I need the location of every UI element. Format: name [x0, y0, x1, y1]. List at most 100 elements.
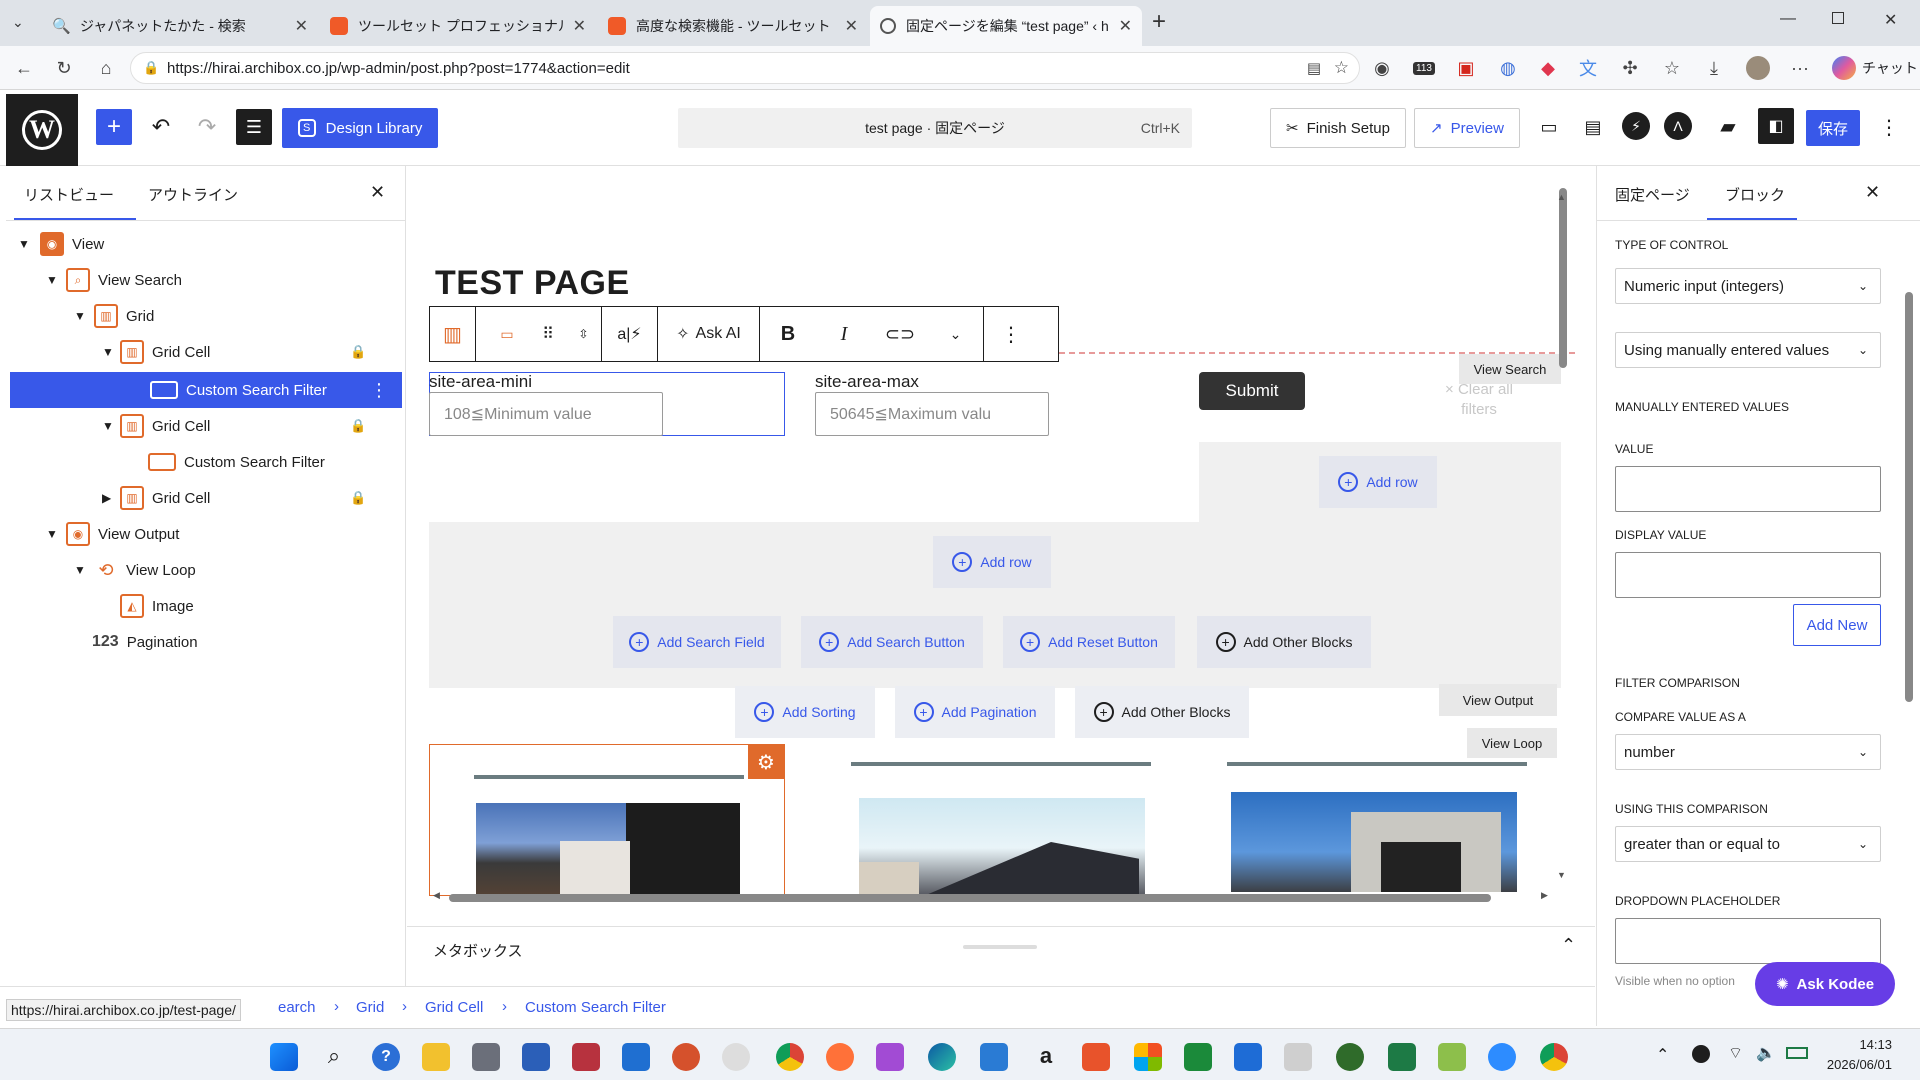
add-search-button-button[interactable]: + Add Search Button	[801, 616, 983, 668]
design-library-button[interactable]: S Design Library	[282, 108, 438, 148]
list-item[interactable]: ▼ ⟲ View Loop	[6, 554, 406, 586]
amazon-icon[interactable]: a	[1032, 1043, 1060, 1071]
restore-icon[interactable]	[1832, 12, 1844, 24]
firefox-icon[interactable]	[826, 1043, 854, 1071]
block-options-icon[interactable]: ⋮	[984, 307, 1038, 361]
document-overview-icon[interactable]: ☰	[236, 109, 272, 145]
app-icon[interactable]	[1336, 1043, 1364, 1071]
scroll-down-icon[interactable]: ▼	[1557, 870, 1566, 880]
view-output-label[interactable]: View Output	[1439, 684, 1557, 716]
tray-chevron-icon[interactable]: ⌃	[1656, 1045, 1669, 1065]
microsoft-store-icon[interactable]	[1134, 1043, 1162, 1071]
add-search-field-button[interactable]: + Add Search Field	[613, 616, 781, 668]
min-value-input[interactable]: 108≦Minimum value	[429, 392, 663, 436]
app-icon[interactable]	[1284, 1043, 1312, 1071]
breadcrumb-item[interactable]: earch	[278, 999, 316, 1016]
chevron-down-icon[interactable]: ▼	[102, 345, 114, 359]
powerpoint-icon[interactable]	[672, 1043, 700, 1071]
value-input[interactable]	[1615, 466, 1881, 512]
downloads-icon[interactable]: ⤓	[1702, 56, 1726, 80]
tray-app-icon[interactable]	[1692, 1045, 1710, 1063]
move-up-down-icon[interactable]: ⇳	[566, 307, 602, 361]
tab-list-view[interactable]: リストビュー	[24, 184, 114, 205]
add-reset-button-button[interactable]: + Add Reset Button	[1003, 616, 1175, 668]
chevron-down-icon[interactable]: ▼	[102, 419, 114, 433]
zoom-icon[interactable]	[1488, 1043, 1516, 1071]
favorite-star-icon[interactable]: ☆	[1334, 58, 1349, 78]
add-other-blocks-button[interactable]: + Add Other Blocks	[1197, 616, 1371, 668]
notepad-icon[interactable]	[980, 1043, 1008, 1071]
wifi-icon[interactable]: ⌔	[1728, 1043, 1743, 1063]
add-row-button[interactable]: + Add row	[933, 536, 1051, 588]
ask-kodee-button[interactable]: ✺ Ask Kodee	[1755, 962, 1895, 1006]
resize-handle[interactable]	[963, 945, 1037, 949]
list-item[interactable]: ▼ ◉ View Output	[6, 518, 406, 550]
gear-icon[interactable]: ⚙	[748, 745, 784, 779]
clock-app-icon[interactable]	[722, 1043, 750, 1071]
camera-extension-icon[interactable]: ◉	[1370, 56, 1394, 80]
clock-date[interactable]: 2026/06/01	[1812, 1057, 1892, 1072]
outlook-icon[interactable]	[622, 1043, 650, 1071]
new-tab-icon[interactable]: +	[1152, 8, 1166, 36]
toolset-icon[interactable]: ▰	[1716, 112, 1740, 140]
chevron-down-icon[interactable]: ▼	[18, 237, 30, 251]
add-sorting-button[interactable]: + Add Sorting	[735, 686, 875, 738]
access-icon[interactable]	[572, 1043, 600, 1071]
list-item[interactable]: ▼ ◉ View	[6, 228, 406, 260]
clear-filters-link[interactable]: × Clear all filters	[1431, 380, 1527, 420]
badge-extension-icon[interactable]: 113	[1410, 56, 1438, 80]
save-button[interactable]: 保存	[1806, 110, 1860, 146]
page-title[interactable]: TEST PAGE	[435, 264, 630, 303]
globe-extension-icon[interactable]: ◍	[1496, 56, 1520, 80]
app-icon[interactable]	[472, 1043, 500, 1071]
reader-icon[interactable]: ▤	[1307, 59, 1321, 77]
loop-item[interactable]: ⚙	[429, 744, 785, 896]
ai-text-icon[interactable]: a|⚡	[602, 307, 658, 361]
close-icon[interactable]: ✕	[845, 16, 858, 36]
undo-icon[interactable]: ↶	[146, 110, 176, 144]
kadence-icon[interactable]: Ʌ	[1664, 112, 1692, 140]
metabox-panel[interactable]: メタボックス ⌃	[407, 926, 1595, 968]
finish-setup-button[interactable]: ✂ Finish Setup	[1270, 108, 1406, 148]
submit-button[interactable]: Submit	[1199, 372, 1305, 410]
tab-list-menu-icon[interactable]: ⌄	[12, 14, 24, 31]
breadcrumb-item[interactable]: Grid	[356, 999, 384, 1016]
add-other-blocks-button[interactable]: + Add Other Blocks	[1075, 686, 1249, 738]
device-preview-icon[interactable]: ▭	[1534, 112, 1564, 142]
start-icon[interactable]	[270, 1043, 298, 1071]
comparison-select[interactable]: greater than or equal to ⌄	[1615, 826, 1881, 862]
search-icon[interactable]: ⌕	[320, 1043, 348, 1071]
chevron-down-icon[interactable]: ▼	[46, 527, 58, 541]
add-new-button[interactable]: Add New	[1793, 604, 1881, 646]
file-explorer-icon[interactable]	[422, 1043, 450, 1071]
bolt-icon[interactable]: ⚡	[1622, 112, 1650, 140]
browser-tab[interactable]: 🔍 ジャパネットたかた - 検索 ✕	[42, 6, 318, 46]
control-type-select[interactable]: Numeric input (integers) ⌄	[1615, 268, 1881, 304]
ask-ai-button[interactable]: ✧ Ask AI	[658, 307, 760, 361]
wordpress-logo[interactable]: W	[6, 94, 78, 166]
scroll-up-icon[interactable]: ▲	[1557, 192, 1566, 202]
copilot-label[interactable]: チャット	[1862, 58, 1918, 78]
vertical-scrollbar[interactable]	[1559, 188, 1567, 368]
favorites-icon[interactable]: ☆	[1660, 56, 1684, 80]
edge-icon[interactable]	[928, 1043, 956, 1071]
copilot-icon[interactable]	[1832, 56, 1856, 80]
command-palette[interactable]: test page · 固定ページ Ctrl+K	[678, 108, 1192, 148]
preview-button[interactable]: ↗ Preview	[1414, 108, 1520, 148]
add-row-button[interactable]: + Add row	[1319, 456, 1437, 508]
list-item[interactable]: Custom Search Filter	[6, 446, 406, 478]
breadcrumb-item-current[interactable]: Custom Search Filter	[525, 999, 666, 1016]
translate-icon[interactable]: 文	[1576, 56, 1600, 80]
browser-tab-active[interactable]: 固定ページを編集 “test page” ‹ hirai ✕	[870, 6, 1142, 46]
app-icon[interactable]	[1082, 1043, 1110, 1071]
scroll-right-icon[interactable]: ▶	[1541, 890, 1548, 901]
drag-handle-icon[interactable]: ⠿	[530, 307, 566, 361]
chevron-right-icon[interactable]: ▶	[102, 491, 111, 505]
volume-icon[interactable]: 🔈	[1756, 1043, 1776, 1063]
document-icon[interactable]: ▤	[1578, 112, 1608, 142]
browser-tab[interactable]: 高度な検索機能 - ツールセット ✕	[598, 6, 868, 46]
more-menu-icon[interactable]: ···	[1788, 56, 1812, 80]
chevron-down-icon[interactable]: ▼	[46, 273, 58, 287]
word-icon[interactable]	[522, 1043, 550, 1071]
settings-sidebar-icon[interactable]: ◧	[1758, 108, 1794, 144]
